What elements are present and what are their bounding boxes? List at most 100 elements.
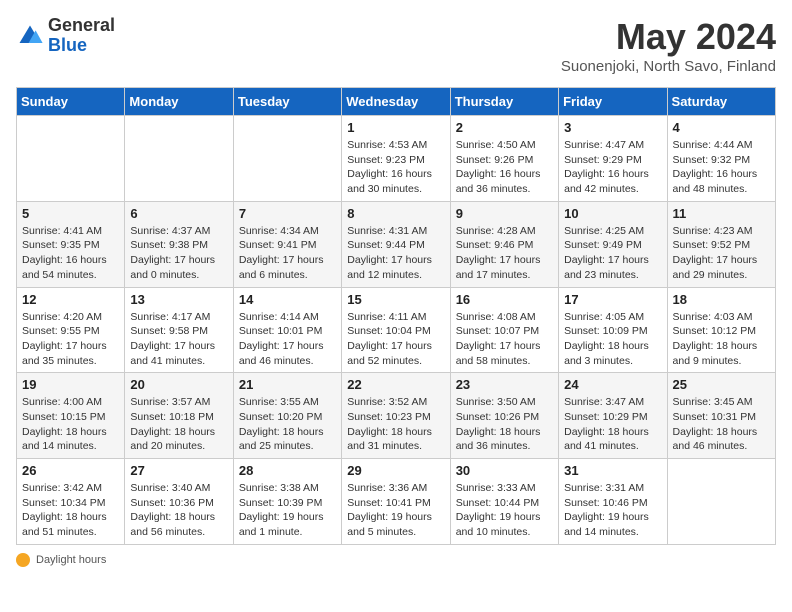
calendar-cell: 8 Sunrise: 4:31 AMSunset: 9:44 PMDaylight… — [342, 201, 450, 287]
calendar-cell: 2Sunrise: 4:50 AMSunset: 9:26 PMDaylight… — [450, 116, 558, 202]
calendar-cell: 6 Sunrise: 4:37 AMSunset: 9:38 PMDaylight… — [125, 201, 233, 287]
day-info: Sunrise: 3:31 AMSunset: 10:46 PMDaylight… — [564, 481, 661, 540]
logo-blue: Blue — [48, 36, 115, 56]
day-info: Sunrise: 3:55 AMSunset: 10:20 PMDaylight… — [239, 395, 336, 454]
logo-text: General Blue — [48, 16, 115, 56]
day-info: Sunrise: 4:03 AMSunset: 10:12 PMDaylight… — [673, 310, 770, 369]
page-header: General Blue May 2024 Suonenjoki, North … — [16, 16, 776, 75]
header-cell: Wednesday — [342, 88, 450, 116]
calendar-cell: 31 Sunrise: 3:31 AMSunset: 10:46 PMDaylig… — [559, 459, 667, 545]
month-title: May 2024 — [561, 16, 776, 58]
day-number: 31 — [564, 463, 661, 478]
day-number: 12 — [22, 292, 119, 307]
day-info: Sunrise: 4:20 AMSunset: 9:55 PMDaylight:… — [22, 310, 119, 369]
calendar-cell: 7 Sunrise: 4:34 AMSunset: 9:41 PMDaylight… — [233, 201, 341, 287]
calendar-week-row: 19 Sunrise: 4:00 AMSunset: 10:15 PMDaylig… — [17, 373, 776, 459]
logo: General Blue — [16, 16, 115, 56]
header-cell: Friday — [559, 88, 667, 116]
day-number: 29 — [347, 463, 444, 478]
calendar-table: SundayMondayTuesdayWednesdayThursdayFrid… — [16, 87, 776, 545]
day-info: Sunrise: 4:28 AMSunset: 9:46 PMDaylight:… — [456, 224, 553, 283]
day-number: 30 — [456, 463, 553, 478]
header-row: SundayMondayTuesdayWednesdayThursdayFrid… — [17, 88, 776, 116]
calendar-body: 1 Sunrise: 4:53 AMSunset: 9:23 PMDaylight… — [17, 116, 776, 545]
day-info: Sunrise: 3:45 AMSunset: 10:31 PMDaylight… — [673, 395, 770, 454]
logo-icon — [16, 22, 44, 50]
day-info: Sunrise: 4:08 AMSunset: 10:07 PMDaylight… — [456, 310, 553, 369]
calendar-cell: 28Sunrise: 3:38 AMSunset: 10:39 PMDaylig… — [233, 459, 341, 545]
calendar-cell — [667, 459, 775, 545]
day-number: 18 — [673, 292, 770, 307]
header-cell: Tuesday — [233, 88, 341, 116]
calendar-cell — [233, 116, 341, 202]
calendar-cell: 1 Sunrise: 4:53 AMSunset: 9:23 PMDaylight… — [342, 116, 450, 202]
header-cell: Sunday — [17, 88, 125, 116]
day-info: Sunrise: 3:52 AMSunset: 10:23 PMDaylight… — [347, 395, 444, 454]
calendar-cell: 5 Sunrise: 4:41 AMSunset: 9:35 PMDaylight… — [17, 201, 125, 287]
day-number: 27 — [130, 463, 227, 478]
calendar-cell: 22 Sunrise: 3:52 AMSunset: 10:23 PMDaylig… — [342, 373, 450, 459]
calendar-cell: 10Sunrise: 4:25 AMSunset: 9:49 PMDayligh… — [559, 201, 667, 287]
day-info: Sunrise: 4:23 AMSunset: 9:52 PMDaylight:… — [673, 224, 770, 283]
calendar-cell — [17, 116, 125, 202]
calendar-cell: 13Sunrise: 4:17 AMSunset: 9:58 PMDayligh… — [125, 287, 233, 373]
calendar-cell: 20Sunrise: 3:57 AMSunset: 10:18 PMDaylig… — [125, 373, 233, 459]
day-info: Sunrise: 3:33 AMSunset: 10:44 PMDaylight… — [456, 481, 553, 540]
calendar-header: SundayMondayTuesdayWednesdayThursdayFrid… — [17, 88, 776, 116]
day-number: 14 — [239, 292, 336, 307]
calendar-cell: 4Sunrise: 4:44 AMSunset: 9:32 PMDaylight… — [667, 116, 775, 202]
calendar-week-row: 5 Sunrise: 4:41 AMSunset: 9:35 PMDaylight… — [17, 201, 776, 287]
day-number: 6 — [130, 206, 227, 221]
daylight-label: Daylight hours — [36, 554, 106, 566]
logo-general: General — [48, 16, 115, 36]
calendar-cell: 29Sunrise: 3:36 AMSunset: 10:41 PMDaylig… — [342, 459, 450, 545]
day-info: Sunrise: 4:11 AMSunset: 10:04 PMDaylight… — [347, 310, 444, 369]
day-info: Sunrise: 3:50 AMSunset: 10:26 PMDaylight… — [456, 395, 553, 454]
calendar-cell: 24 Sunrise: 3:47 AMSunset: 10:29 PMDaylig… — [559, 373, 667, 459]
calendar-cell: 3Sunrise: 4:47 AMSunset: 9:29 PMDaylight… — [559, 116, 667, 202]
day-number: 24 — [564, 377, 661, 392]
calendar-cell: 21 Sunrise: 3:55 AMSunset: 10:20 PMDaylig… — [233, 373, 341, 459]
day-number: 19 — [22, 377, 119, 392]
calendar-cell: 11Sunrise: 4:23 AMSunset: 9:52 PMDayligh… — [667, 201, 775, 287]
day-info: Sunrise: 4:44 AMSunset: 9:32 PMDaylight:… — [673, 138, 770, 197]
day-number: 3 — [564, 120, 661, 135]
calendar-cell: 26Sunrise: 3:42 AMSunset: 10:34 PMDaylig… — [17, 459, 125, 545]
day-number: 5 — [22, 206, 119, 221]
day-info: Sunrise: 3:47 AMSunset: 10:29 PMDaylight… — [564, 395, 661, 454]
day-info: Sunrise: 3:57 AMSunset: 10:18 PMDaylight… — [130, 395, 227, 454]
day-number: 28 — [239, 463, 336, 478]
day-info: Sunrise: 4:34 AMSunset: 9:41 PMDaylight:… — [239, 224, 336, 283]
day-info: Sunrise: 4:17 AMSunset: 9:58 PMDaylight:… — [130, 310, 227, 369]
calendar-cell: 12 Sunrise: 4:20 AMSunset: 9:55 PMDayligh… — [17, 287, 125, 373]
day-number: 17 — [564, 292, 661, 307]
calendar-cell: 9 Sunrise: 4:28 AMSunset: 9:46 PMDaylight… — [450, 201, 558, 287]
calendar-cell: 30 Sunrise: 3:33 AMSunset: 10:44 PMDaylig… — [450, 459, 558, 545]
day-number: 15 — [347, 292, 444, 307]
day-info: Sunrise: 3:42 AMSunset: 10:34 PMDaylight… — [22, 481, 119, 540]
calendar-week-row: 1 Sunrise: 4:53 AMSunset: 9:23 PMDaylight… — [17, 116, 776, 202]
day-info: Sunrise: 4:37 AMSunset: 9:38 PMDaylight:… — [130, 224, 227, 283]
day-number: 10 — [564, 206, 661, 221]
day-number: 22 — [347, 377, 444, 392]
calendar-cell: 19 Sunrise: 4:00 AMSunset: 10:15 PMDaylig… — [17, 373, 125, 459]
day-number: 1 — [347, 120, 444, 135]
calendar-cell: 25 Sunrise: 3:45 AMSunset: 10:31 PMDaylig… — [667, 373, 775, 459]
calendar-cell: 17Sunrise: 4:05 AMSunset: 10:09 PMDaylig… — [559, 287, 667, 373]
day-number: 25 — [673, 377, 770, 392]
calendar-cell: 15 Sunrise: 4:11 AMSunset: 10:04 PMDaylig… — [342, 287, 450, 373]
calendar-cell: 18 Sunrise: 4:03 AMSunset: 10:12 PMDaylig… — [667, 287, 775, 373]
day-info: Sunrise: 4:41 AMSunset: 9:35 PMDaylight:… — [22, 224, 119, 283]
day-info: Sunrise: 4:50 AMSunset: 9:26 PMDaylight:… — [456, 138, 553, 197]
calendar-cell: 14Sunrise: 4:14 AMSunset: 10:01 PMDaylig… — [233, 287, 341, 373]
day-info: Sunrise: 4:53 AMSunset: 9:23 PMDaylight:… — [347, 138, 444, 197]
calendar-cell: 23Sunrise: 3:50 AMSunset: 10:26 PMDaylig… — [450, 373, 558, 459]
day-number: 9 — [456, 206, 553, 221]
day-info: Sunrise: 4:31 AMSunset: 9:44 PMDaylight:… — [347, 224, 444, 283]
day-number: 8 — [347, 206, 444, 221]
day-number: 21 — [239, 377, 336, 392]
title-block: May 2024 Suonenjoki, North Savo, Finland — [561, 16, 776, 75]
day-number: 7 — [239, 206, 336, 221]
day-info: Sunrise: 4:00 AMSunset: 10:15 PMDaylight… — [22, 395, 119, 454]
sun-icon — [16, 553, 30, 567]
